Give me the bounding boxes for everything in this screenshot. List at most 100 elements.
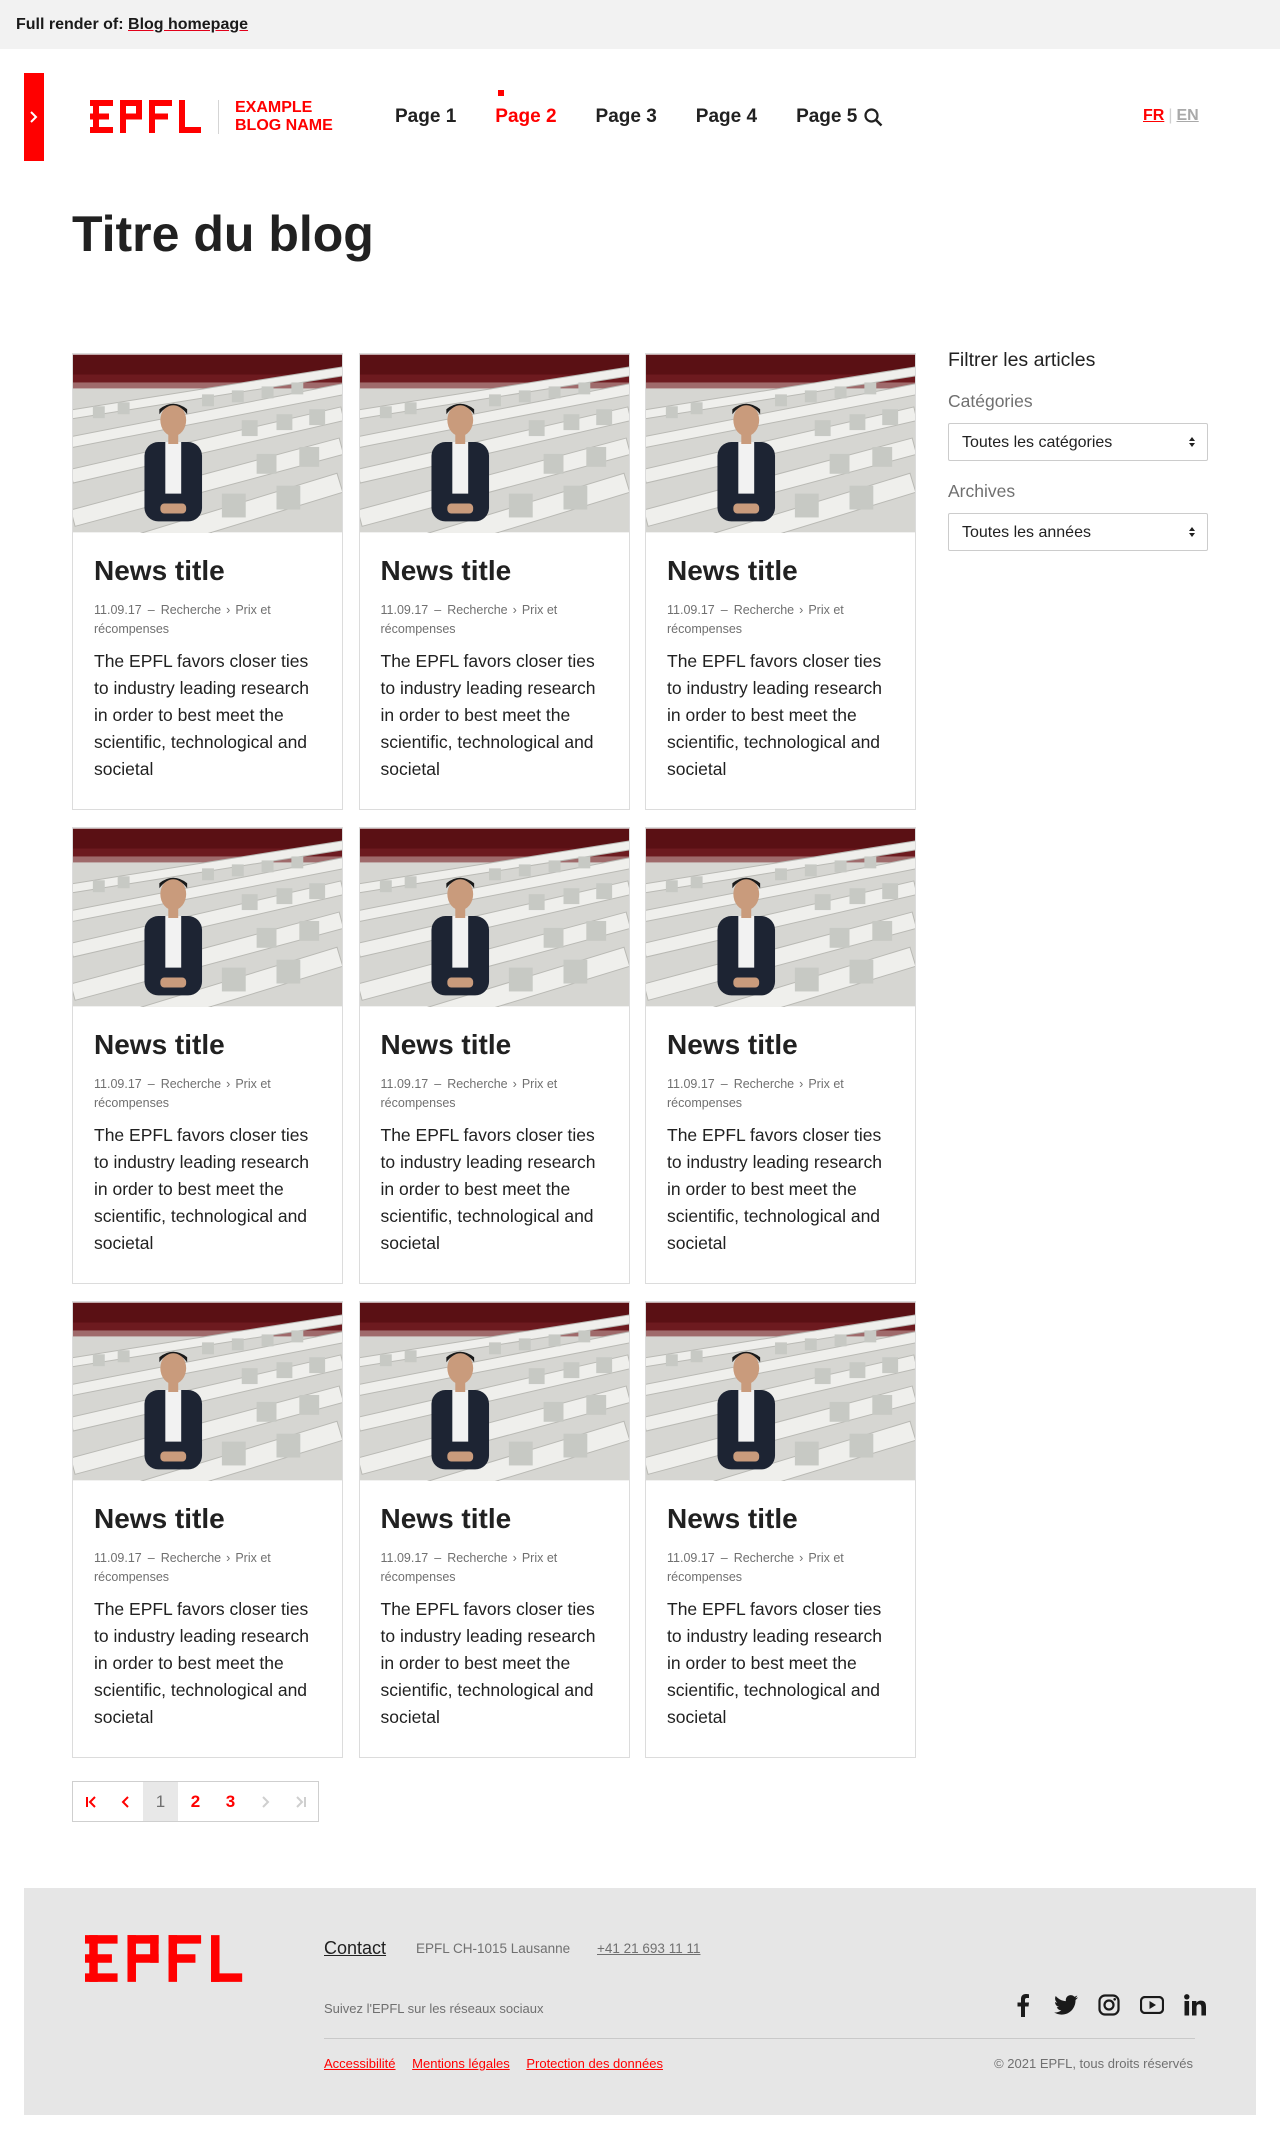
news-meta: 11.09.17– Recherche › Prix et récompenses (380, 1077, 558, 1110)
page-button-2[interactable]: 2 (178, 1782, 213, 1821)
news-card[interactable]: News title 11.09.17– Recherche › Prix et ré… (645, 827, 916, 1284)
nav-item-page-5[interactable]: Page 5 (796, 106, 857, 128)
news-image[interactable] (73, 828, 342, 1007)
news-title[interactable]: News title (667, 1029, 894, 1061)
facebook-icon[interactable] (1009, 1991, 1037, 2019)
breadcrumb-chevron-icon: › (512, 1551, 517, 1565)
footer-link-accessibility[interactable]: Accessibilité (324, 2056, 396, 2071)
news-title[interactable]: News title (381, 1503, 608, 1535)
categories-select-value: Toutes les catégories (962, 434, 1113, 451)
news-card[interactable]: News title 11.09.17– Recherche › Prix et ré… (645, 353, 916, 810)
epfl-logo[interactable] (90, 100, 203, 138)
render-label: Full render of: Blog homepage (16, 16, 248, 34)
drawer-toggle-button[interactable] (24, 73, 44, 161)
news-card[interactable]: News title 11.09.17– Recherche › Prix et ré… (72, 353, 343, 810)
footer-epfl-logo[interactable] (85, 1935, 245, 1987)
news-excerpt: The EPFL favors closer ties to industry … (667, 651, 882, 779)
news-image[interactable] (360, 354, 629, 533)
footer-contact-link[interactable]: Contact (324, 1938, 386, 1959)
news-meta: 11.09.17– Recherche › Prix et récompenses (94, 603, 271, 636)
news-image[interactable] (73, 1302, 342, 1481)
news-category[interactable]: Recherche (734, 1551, 794, 1565)
news-title[interactable]: News title (94, 1503, 321, 1535)
breadcrumb-chevron-icon: › (799, 1551, 804, 1565)
news-image[interactable] (360, 828, 629, 1007)
news-date: 11.09.17 (94, 603, 142, 617)
news-image[interactable] (646, 1302, 915, 1481)
news-title[interactable]: News title (94, 1029, 321, 1061)
first-page-button[interactable] (73, 1782, 108, 1821)
news-image[interactable] (360, 1302, 629, 1481)
instagram-icon[interactable] (1095, 1991, 1123, 2019)
search-icon[interactable] (864, 108, 883, 132)
news-card[interactable]: News title 11.09.17– Recherche › Prix et ré… (358, 1301, 630, 1758)
render-link[interactable]: Blog homepage (128, 16, 248, 33)
news-image[interactable] (646, 354, 915, 533)
news-card[interactable]: News title 11.09.17– Recherche › Prix et ré… (72, 1301, 343, 1758)
news-card[interactable]: News title 11.09.17– Recherche › Prix et ré… (72, 827, 343, 1284)
news-category[interactable]: Recherche (161, 603, 221, 617)
nav-item-page-3[interactable]: Page 3 (596, 106, 657, 128)
twitter-icon[interactable] (1052, 1991, 1080, 2019)
lang-separator: | (1168, 107, 1173, 124)
news-title[interactable]: News title (381, 555, 608, 587)
last-page-icon (295, 1795, 306, 1808)
page-button-1[interactable]: 1 (143, 1782, 178, 1821)
archives-select-value: Toutes les années (962, 524, 1091, 541)
lang-fr[interactable]: FR (1143, 107, 1164, 124)
linkedin-icon[interactable] (1181, 1991, 1209, 2019)
news-title[interactable]: News title (667, 1503, 894, 1535)
news-image[interactable] (646, 828, 915, 1007)
news-excerpt: The EPFL favors closer ties to industry … (94, 1125, 309, 1253)
nav-item-page-4[interactable]: Page 4 (696, 106, 757, 128)
news-title[interactable]: News title (381, 1029, 608, 1061)
social-links (994, 1991, 1209, 2019)
news-category[interactable]: Recherche (161, 1077, 221, 1091)
news-date: 11.09.17 (380, 603, 429, 617)
news-meta: 11.09.17– Recherche › Prix et récompenses (667, 603, 844, 636)
nav-item-page-1[interactable]: Page 1 (395, 106, 456, 128)
chevron-left-icon (121, 1795, 129, 1808)
news-category[interactable]: Recherche (447, 1077, 507, 1091)
news-category[interactable]: Recherche (447, 1551, 507, 1565)
news-category[interactable]: Recherche (734, 1077, 794, 1091)
breadcrumb-chevron-icon: › (799, 603, 804, 617)
news-excerpt: The EPFL favors closer ties to industry … (94, 651, 309, 779)
news-category[interactable]: Recherche (161, 1551, 221, 1565)
site-name[interactable]: EXAMPLE BLOG NAME (235, 99, 355, 135)
news-date: 11.09.17 (667, 1551, 715, 1565)
archives-select[interactable]: Toutes les années (948, 513, 1208, 551)
news-image[interactable] (73, 354, 342, 533)
news-excerpt: The EPFL favors closer ties to industry … (380, 1599, 596, 1727)
categories-select[interactable]: Toutes les catégories (948, 423, 1208, 461)
youtube-icon[interactable] (1138, 1991, 1166, 2019)
footer-link-legal[interactable]: Mentions légales (412, 2056, 510, 2071)
news-card[interactable]: News title 11.09.17– Recherche › Prix et ré… (645, 1301, 916, 1758)
news-date: 11.09.17 (667, 1077, 715, 1091)
footer-social-text: Suivez l'EPFL sur les réseaux sociaux (324, 2001, 544, 2016)
news-grid: News title 11.09.17– Recherche › Prix et ré… (72, 353, 916, 1758)
breadcrumb-chevron-icon: › (512, 1077, 517, 1091)
news-date: 11.09.17 (94, 1077, 142, 1091)
news-category[interactable]: Recherche (734, 603, 794, 617)
news-date: 11.09.17 (380, 1551, 429, 1565)
last-page-button[interactable] (283, 1782, 318, 1821)
news-excerpt: The EPFL favors closer ties to industry … (667, 1599, 882, 1727)
next-page-button[interactable] (248, 1782, 283, 1821)
news-title[interactable]: News title (94, 555, 321, 587)
news-category[interactable]: Recherche (447, 603, 507, 617)
page-button-3[interactable]: 3 (213, 1782, 248, 1821)
footer-link-privacy[interactable]: Protection des données (526, 2056, 663, 2071)
news-title[interactable]: News title (667, 555, 894, 587)
render-prefix: Full render of: (16, 16, 124, 33)
news-card[interactable]: News title 11.09.17– Recherche › Prix et ré… (358, 827, 630, 1284)
news-meta: 11.09.17– Recherche › Prix et récompenses (667, 1551, 844, 1584)
news-card[interactable]: News title 11.09.17– Recherche › Prix et ré… (358, 353, 630, 810)
news-date: 11.09.17 (94, 1551, 142, 1565)
filter-sidebar: Filtrer les articles Catégories Toutes l… (948, 349, 1208, 571)
previous-page-button[interactable] (108, 1782, 143, 1821)
nav-item-page-2[interactable]: Page 2 (495, 90, 557, 128)
footer-phone[interactable]: +41 21 693 11 11 (597, 1941, 700, 1956)
lang-en[interactable]: EN (1176, 107, 1198, 124)
breadcrumb-chevron-icon: › (226, 603, 231, 617)
